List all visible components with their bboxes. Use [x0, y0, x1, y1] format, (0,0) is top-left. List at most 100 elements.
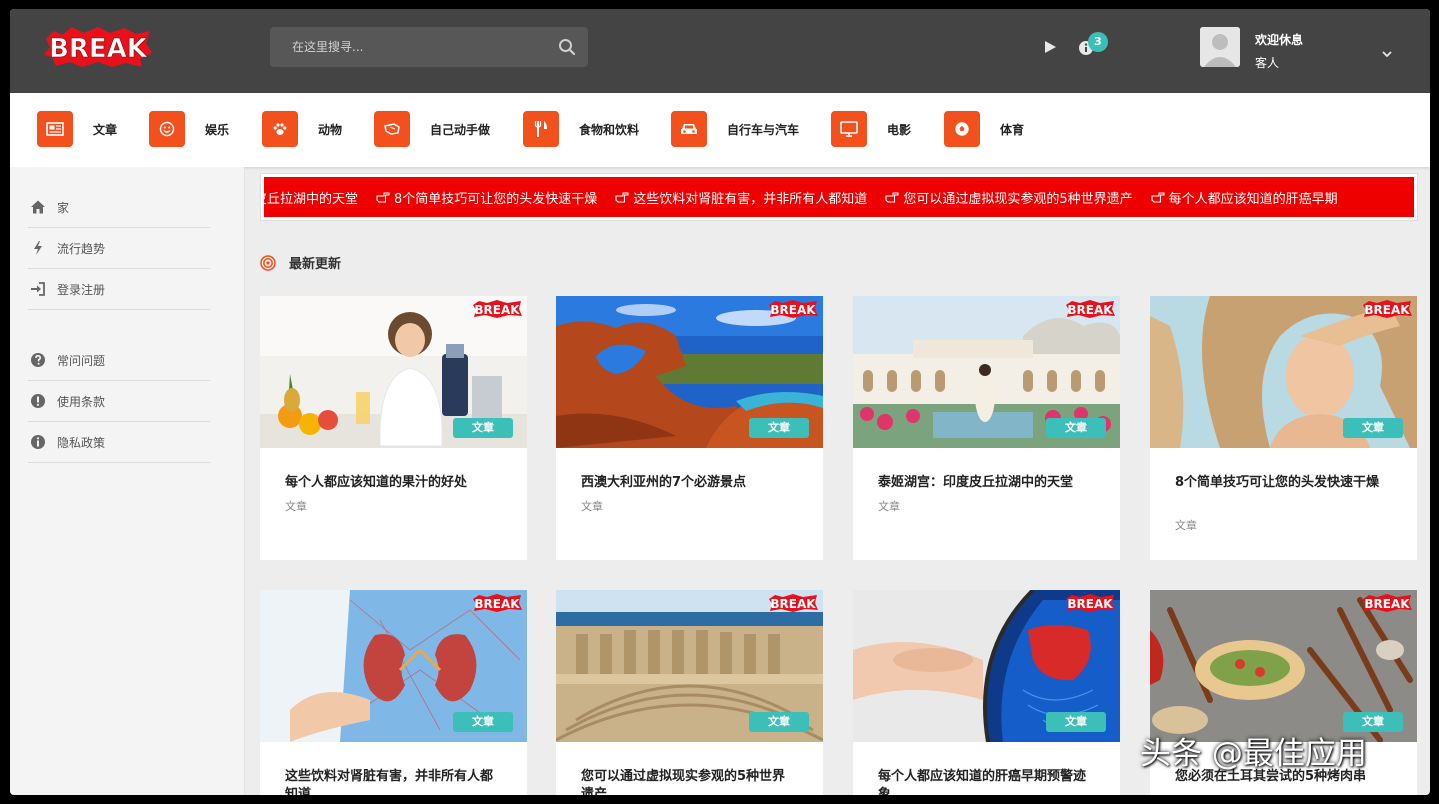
- newspaper-icon: [37, 111, 73, 147]
- article-title[interactable]: 泰姬湖宫：印度皮丘拉湖中的天堂: [878, 474, 1093, 492]
- article-card[interactable]: BREAK 文章 8个简单技巧可让您的头发快速干燥 文章: [1150, 296, 1417, 560]
- user-name: 客人: [1255, 56, 1280, 70]
- ticker-item[interactable]: 您可以通过虚拟现实参观的5种世界遗产: [885, 188, 1133, 207]
- break-watermark-logo: BREAK: [769, 594, 818, 612]
- exclamation-icon: [31, 394, 45, 408]
- ticker-item[interactable]: 这些饮料对肾脏有害，并非所有人都知道: [615, 188, 867, 207]
- category-label: 文章: [93, 122, 118, 137]
- toutiao-watermark: 头条 @最佳应用: [1140, 736, 1367, 772]
- category-entertainment[interactable]: 娱乐: [149, 111, 229, 147]
- article-thumbnail[interactable]: BREAK 文章: [1150, 296, 1417, 448]
- ticker-text: 每个人都应该知道的肝癌早期: [1168, 191, 1338, 207]
- category-animals[interactable]: 动物: [262, 111, 342, 147]
- category-tag[interactable]: 文章: [453, 712, 513, 732]
- sidebar-item-label: 常问问题: [57, 353, 106, 368]
- svg-text:BREAK: BREAK: [474, 597, 520, 611]
- break-watermark-logo: BREAK: [473, 594, 522, 612]
- play-icon[interactable]: [1042, 39, 1058, 55]
- article-title[interactable]: 西澳大利亚州的7个必游景点: [581, 474, 796, 492]
- article-title[interactable]: 这些饮料对肾脏有害，并非所有人都知道: [285, 768, 500, 795]
- article-card[interactable]: BREAK 文章 泰姬湖宫：印度皮丘拉湖中的天堂 文章: [853, 296, 1120, 560]
- article-card[interactable]: BREAK 文章 您可以通过虚拟现实参观的5种世界遗产: [556, 590, 823, 795]
- article-title[interactable]: 每个人都应该知道的果汁的好处: [285, 474, 500, 492]
- category-bar: 文章 娱乐 动物 自己动手做 食物和饮料 自行车与汽车 电影 体育: [10, 93, 1430, 167]
- search-icon[interactable]: [558, 38, 576, 56]
- sidebar-item-label: 登录注册: [57, 282, 106, 297]
- paw-icon: [262, 111, 298, 147]
- news-ticker: 皮丘拉湖中的天堂 8个简单技巧可让您的头发快速干燥 这些饮料对肾脏有害，并非所有…: [260, 173, 1418, 221]
- category-food[interactable]: 食物和饮料: [523, 111, 639, 147]
- ticker-text: 您可以通过虚拟现实参观的5种世界遗产: [903, 191, 1133, 207]
- article-category: 文章: [878, 500, 900, 513]
- sidebar-item-home[interactable]: 家: [28, 187, 210, 228]
- article-thumbnail[interactable]: BREAK 文章: [556, 590, 823, 742]
- article-thumbnail[interactable]: BREAK 文章: [260, 296, 527, 448]
- ticker-item[interactable]: 8个简单技巧可让您的头发快速干燥: [376, 188, 597, 207]
- notification-badge[interactable]: 3: [1088, 32, 1108, 52]
- svg-text:BREAK: BREAK: [770, 597, 816, 611]
- category-tag[interactable]: 文章: [749, 418, 809, 438]
- category-label: 食物和饮料: [579, 122, 640, 137]
- article-thumbnail[interactable]: BREAK 文章: [556, 296, 823, 448]
- category-movies[interactable]: 电影: [831, 111, 911, 147]
- ticker-text: 这些饮料对肾脏有害，并非所有人都知道: [633, 191, 868, 207]
- section-header: 最新更新: [260, 253, 341, 272]
- welcome-text: 欢迎休息: [1255, 33, 1304, 47]
- sidebar-item-privacy[interactable]: 隐私政策: [28, 422, 210, 463]
- category-label: 娱乐: [205, 122, 230, 137]
- svg-text:BREAK: BREAK: [1364, 303, 1410, 317]
- diy-hand-icon: [374, 111, 410, 147]
- category-tag[interactable]: 文章: [1046, 712, 1106, 732]
- category-tag[interactable]: 文章: [453, 418, 513, 438]
- home-icon: [31, 200, 45, 214]
- article-title[interactable]: 每个人都应该知道的肝癌早期预警迹象: [878, 768, 1093, 795]
- search-input[interactable]: [270, 27, 550, 67]
- sidebar-item-label: 隐私政策: [57, 435, 106, 450]
- article-thumbnail[interactable]: BREAK 文章: [853, 590, 1120, 742]
- category-tag[interactable]: 文章: [1046, 418, 1106, 438]
- smile-icon: [149, 111, 185, 147]
- break-watermark-logo: BREAK: [1363, 594, 1412, 612]
- hand-point-right-icon: [615, 192, 629, 203]
- category-tag[interactable]: 文章: [749, 712, 809, 732]
- sidebar-item-faq[interactable]: 常问问题: [28, 340, 210, 381]
- article-thumbnail[interactable]: BREAK 文章: [1150, 590, 1417, 742]
- article-card[interactable]: BREAK 文章 每个人都应该知道的肝癌早期预警迹象: [853, 590, 1120, 795]
- article-thumbnail[interactable]: BREAK 文章: [260, 590, 527, 742]
- sidebar-item-login[interactable]: 登录注册: [28, 269, 210, 310]
- avatar[interactable]: [1200, 27, 1240, 67]
- sign-in-icon: [31, 282, 45, 296]
- category-articles[interactable]: 文章: [37, 111, 117, 147]
- article-card[interactable]: BREAK 文章 每个人都应该知道的果汁的好处 文章: [260, 296, 527, 560]
- category-sports[interactable]: 体育: [944, 111, 1024, 147]
- category-label: 电影: [887, 122, 912, 137]
- ticker-item[interactable]: 每个人都应该知道的肝癌早期: [1151, 188, 1338, 207]
- svg-text:BREAK: BREAK: [1067, 597, 1113, 611]
- category-tag[interactable]: 文章: [1343, 418, 1403, 438]
- svg-text:BREAK: BREAK: [474, 303, 520, 317]
- sidebar-item-label: 家: [57, 200, 70, 215]
- sidebar-item-trending[interactable]: 流行趋势: [28, 228, 210, 269]
- category-vehicles[interactable]: 自行车与汽车: [671, 111, 799, 147]
- break-watermark-logo: BREAK: [1066, 594, 1115, 612]
- sidebar-item-label: 使用条款: [57, 394, 106, 409]
- search-box: [270, 27, 588, 67]
- break-watermark-logo: BREAK: [1363, 300, 1412, 318]
- article-thumbnail[interactable]: BREAK 文章: [853, 296, 1120, 448]
- chevron-down-icon[interactable]: [1380, 47, 1394, 61]
- question-icon: [31, 353, 45, 367]
- article-card[interactable]: BREAK 文章 西澳大利亚州的7个必游景点 文章: [556, 296, 823, 560]
- article-title[interactable]: 您可以通过虚拟现实参观的5种世界遗产: [581, 768, 796, 795]
- sidebar-item-terms[interactable]: 使用条款: [28, 381, 210, 422]
- category-diy[interactable]: 自己动手做: [374, 111, 490, 147]
- svg-text:BREAK: BREAK: [1364, 597, 1410, 611]
- article-title[interactable]: 8个简单技巧可让您的头发快速干燥: [1175, 474, 1390, 492]
- hand-point-right-icon: [376, 192, 390, 203]
- target-icon: [260, 254, 276, 271]
- article-card[interactable]: BREAK 文章 这些饮料对肾脏有害，并非所有人都知道: [260, 590, 527, 795]
- ticker-item[interactable]: 皮丘拉湖中的天堂: [264, 188, 358, 207]
- ticker-band: 皮丘拉湖中的天堂 8个简单技巧可让您的头发快速干燥 这些饮料对肾脏有害，并非所有…: [264, 177, 1414, 217]
- ticker-track: 皮丘拉湖中的天堂 8个简单技巧可让您的头发快速干燥 这些饮料对肾脏有害，并非所有…: [264, 177, 1356, 217]
- bolt-icon: [34, 241, 42, 255]
- break-logo[interactable]: BREAK: [42, 25, 154, 69]
